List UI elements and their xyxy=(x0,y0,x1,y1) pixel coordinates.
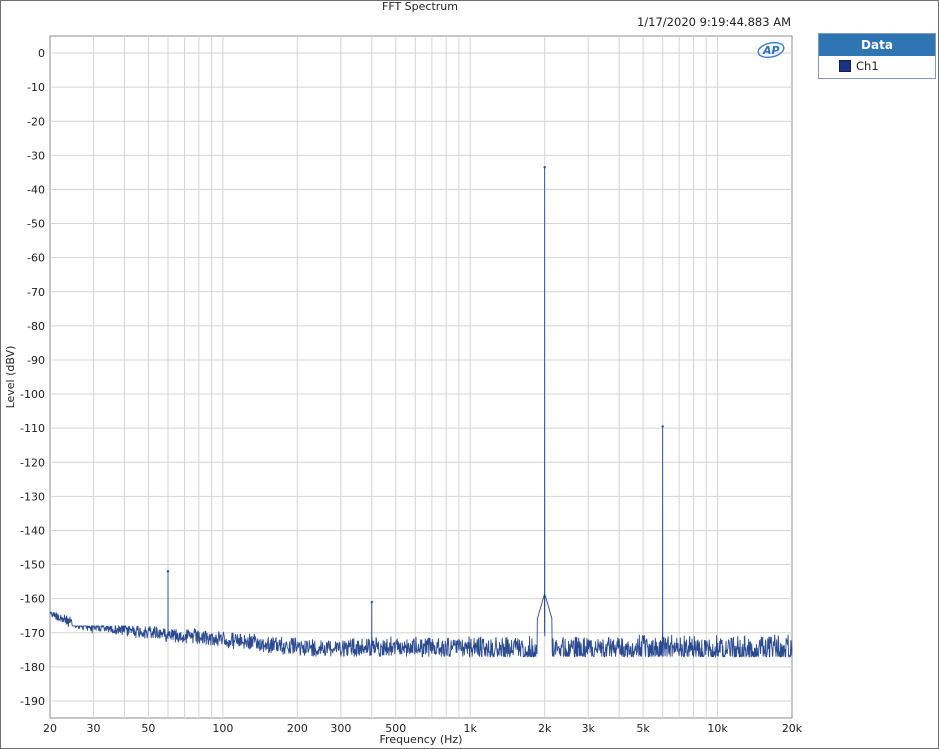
x-axis-label: Frequency (Hz) xyxy=(380,733,463,746)
y-tick-label: -130 xyxy=(20,490,45,503)
y-tick-label: -110 xyxy=(20,422,45,435)
x-tick-label: 300 xyxy=(330,722,351,735)
y-tick-label: -180 xyxy=(20,661,45,674)
fft-plot[interactable]: 0 -10 -20 -30 -40 -50 -60 -70 -80 -90 -100 -110 -120… xyxy=(0,0,939,749)
y-tick-labels: 0 -10 -20 -30 -40 -50 -60 -70 -80 -90 -100 -110 -120… xyxy=(20,47,45,708)
y-tick-label: -30 xyxy=(27,149,45,162)
legend-label: Ch1 xyxy=(856,59,879,73)
y-tick-label: -140 xyxy=(20,524,45,537)
x-tick-label: 1k xyxy=(464,722,478,735)
y-tick-label: -190 xyxy=(20,695,45,708)
y-tick-label: -150 xyxy=(20,559,45,572)
y-tick-label: 0 xyxy=(38,47,45,60)
y-tick-label: -80 xyxy=(27,320,45,333)
legend-item-ch1[interactable]: Ch1 xyxy=(819,56,935,76)
y-tick-label: -20 xyxy=(27,115,45,128)
series-ch1-peak xyxy=(661,425,664,428)
x-tick-label: 2k xyxy=(538,722,552,735)
plot-area xyxy=(49,35,793,719)
legend: Data Ch1 xyxy=(818,33,936,79)
svg-text:AP: AP xyxy=(762,44,780,57)
legend-header: Data xyxy=(819,34,935,56)
y-tick-label: -70 xyxy=(27,286,45,299)
x-tick-label: 20k xyxy=(782,722,803,735)
y-axis-label: Level (dBV) xyxy=(4,346,17,409)
x-tick-label: 200 xyxy=(287,722,308,735)
y-tick-label: -120 xyxy=(20,456,45,469)
y-tick-label: -90 xyxy=(27,354,45,367)
y-tick-label: -100 xyxy=(20,388,45,401)
x-tick-label: 10k xyxy=(707,722,728,735)
y-tick-label: -60 xyxy=(27,252,45,265)
x-tick-label: 20 xyxy=(43,722,57,735)
y-tick-label: -170 xyxy=(20,627,45,640)
legend-swatch xyxy=(839,60,851,72)
y-tick-label: -10 xyxy=(27,81,45,94)
series-ch1-peak xyxy=(370,600,373,604)
y-tick-label: -160 xyxy=(20,593,45,606)
x-tick-label: 100 xyxy=(212,722,233,735)
x-tick-label: 3k xyxy=(582,722,596,735)
ap-logo-icon: AP xyxy=(757,41,785,59)
series-ch1-peak xyxy=(543,166,546,169)
y-tick-label: -50 xyxy=(27,218,45,231)
x-tick-label: 5k xyxy=(636,722,650,735)
x-tick-label: 30 xyxy=(87,722,101,735)
x-tick-label: 50 xyxy=(141,722,155,735)
y-tick-label: -40 xyxy=(27,183,45,196)
series-ch1-peak xyxy=(166,570,170,573)
